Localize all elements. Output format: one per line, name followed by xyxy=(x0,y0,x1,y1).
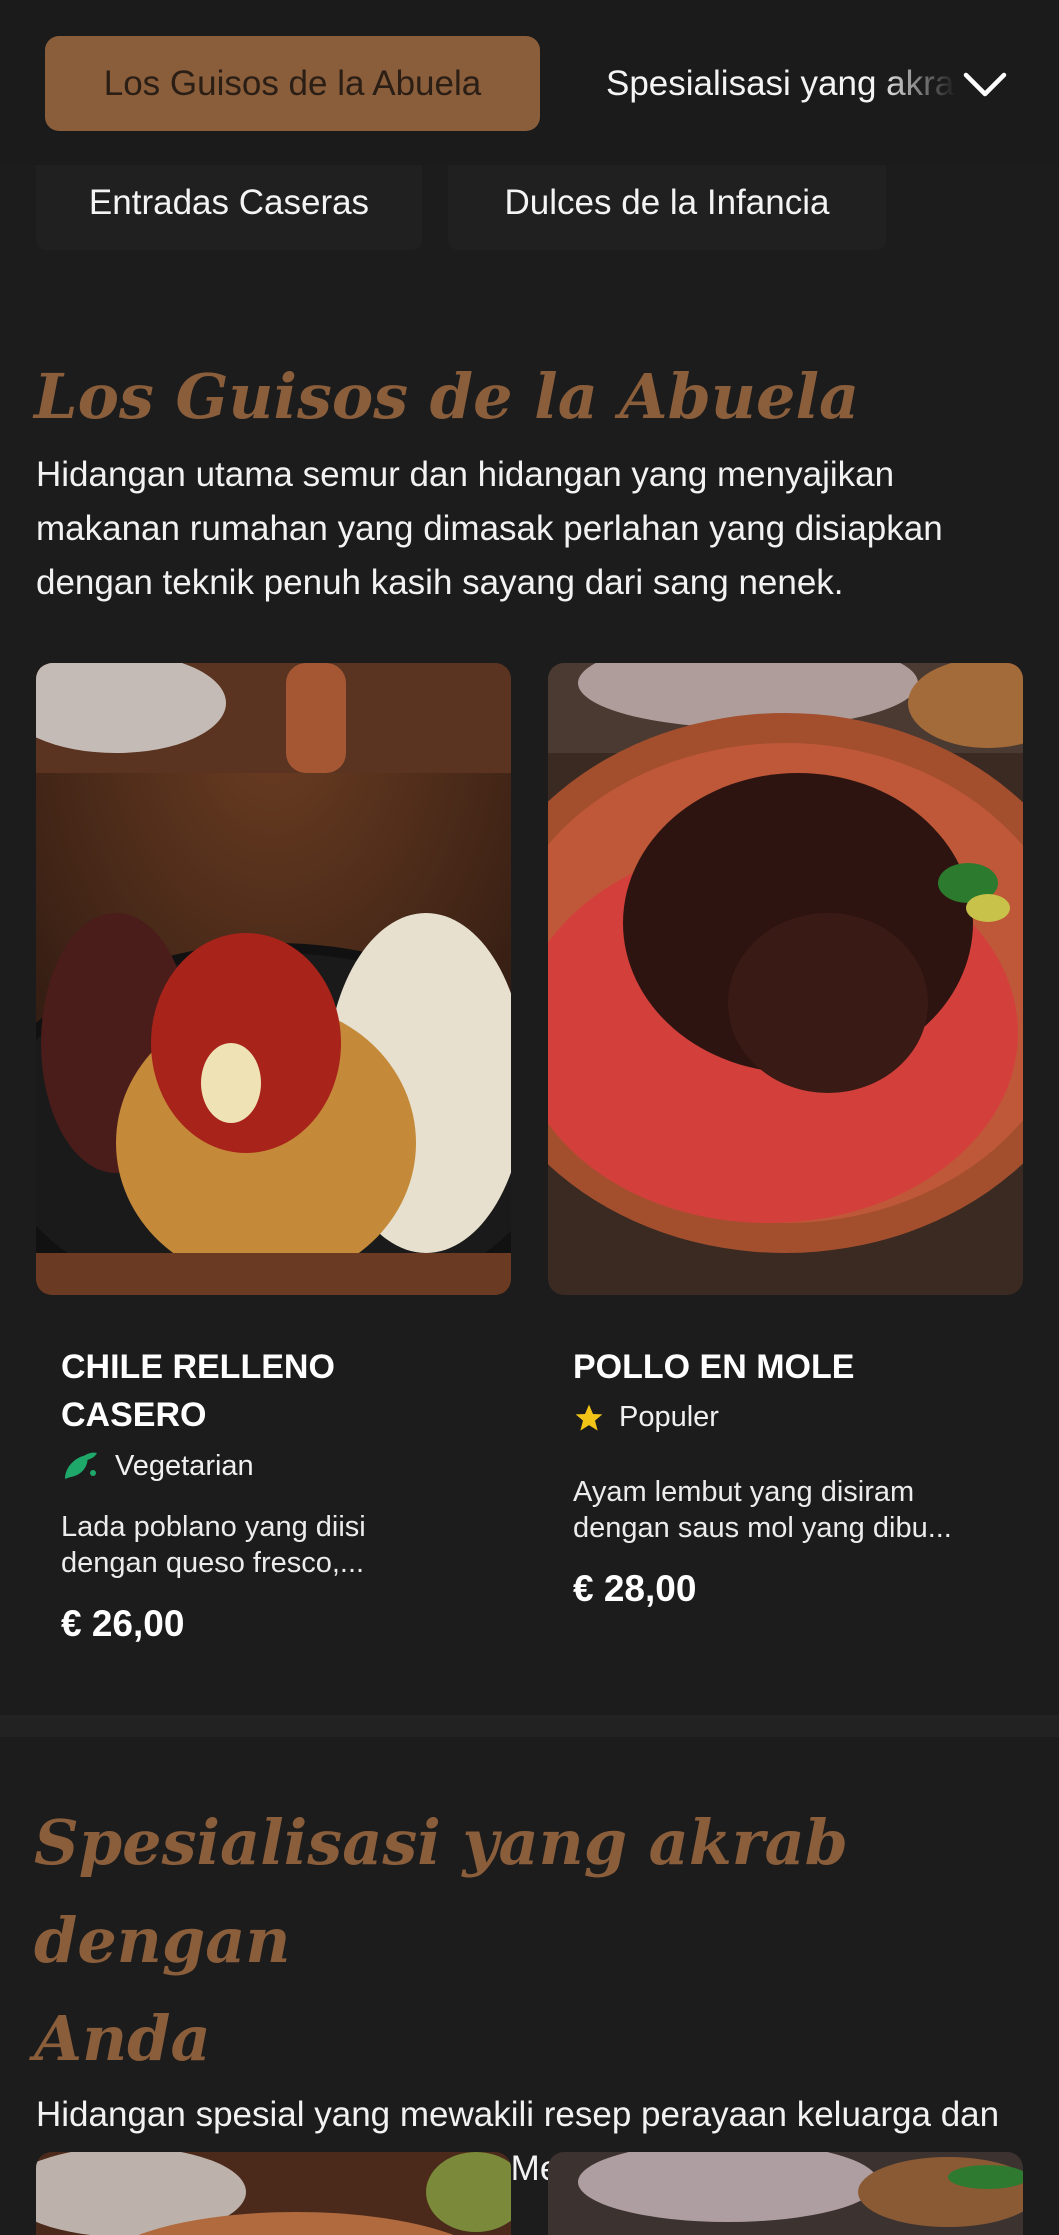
section-title: Los Guisos de la Abuela xyxy=(34,360,860,433)
category-nav: Los Guisos de la Abuela Spesialisasi yan… xyxy=(0,0,1059,165)
vegetarian-icon xyxy=(65,1452,97,1479)
chevron-down-icon xyxy=(963,72,1007,97)
menu-section-especialidades: Spesialisasi yang akrab dengan Anda Hida… xyxy=(0,1794,1059,2196)
section-title-line2: Anda xyxy=(34,2002,211,2075)
item-description-line2: dengan saus mol yang dibu... xyxy=(573,1512,952,1544)
item-name-cont: CASERO xyxy=(61,1396,207,1434)
menu-item-card[interactable] xyxy=(36,2152,511,2235)
dish-image xyxy=(548,2152,1023,2235)
menu-item-card[interactable]: CHILE RELLENO CASERO Vegetarian Lada pob… xyxy=(36,663,511,1645)
dish-image xyxy=(36,2152,511,2235)
menu-section-guisos: Los Guisos de la Abuela Hidangan utama s… xyxy=(0,348,1059,610)
item-tag: Vegetarian xyxy=(36,1449,511,1483)
item-name: CHILE RELLENO xyxy=(61,1348,335,1386)
section-title-line1: Spesialisasi yang akrab dengan xyxy=(34,1806,848,1977)
section-divider xyxy=(0,1715,1059,1737)
dish-image xyxy=(36,663,511,1295)
item-name: POLLO EN MOLE xyxy=(573,1348,855,1386)
category-chip-next[interactable]: Spesialisasi yang akrab dengan Anda xyxy=(606,36,956,131)
subcategory-chip-dulces[interactable]: Dulces de la Infancia xyxy=(448,165,886,250)
item-tag-label: Vegetarian xyxy=(115,1449,254,1482)
star-icon xyxy=(575,1404,603,1431)
section-title: Spesialisasi yang akrab dengan Anda xyxy=(0,1794,1059,2088)
category-dropdown-button[interactable] xyxy=(955,55,1015,115)
subcategory-chip-entradas[interactable]: Entradas Caseras xyxy=(36,165,422,250)
item-description-line1: Lada poblano yang diisi xyxy=(61,1511,366,1543)
item-description-line2: dengan queso fresco,... xyxy=(61,1547,365,1579)
menu-item-card[interactable]: POLLO EN MOLE Populer Ayam lembut yang d… xyxy=(548,663,1023,1610)
category-chip-active[interactable]: Los Guisos de la Abuela xyxy=(45,36,540,131)
item-tag-label: Populer xyxy=(619,1401,719,1433)
item-price: € 28,00 xyxy=(573,1568,697,1609)
item-description: Ayam lembut yang disiram dengan saus mol… xyxy=(548,1474,1023,1546)
subcategory-nav: Entradas Caseras Dulces de la Infancia xyxy=(0,165,1059,255)
item-description: Lada poblano yang diisi dengan queso fre… xyxy=(36,1509,511,1581)
dish-image xyxy=(548,663,1023,1295)
item-tag: Populer xyxy=(548,1401,1023,1434)
section-description: Hidangan utama semur dan hidangan yang m… xyxy=(36,455,943,602)
item-price: € 26,00 xyxy=(61,1603,185,1644)
item-description-line1: Ayam lembut yang disiram xyxy=(573,1476,915,1508)
menu-item-card[interactable] xyxy=(548,2152,1023,2235)
